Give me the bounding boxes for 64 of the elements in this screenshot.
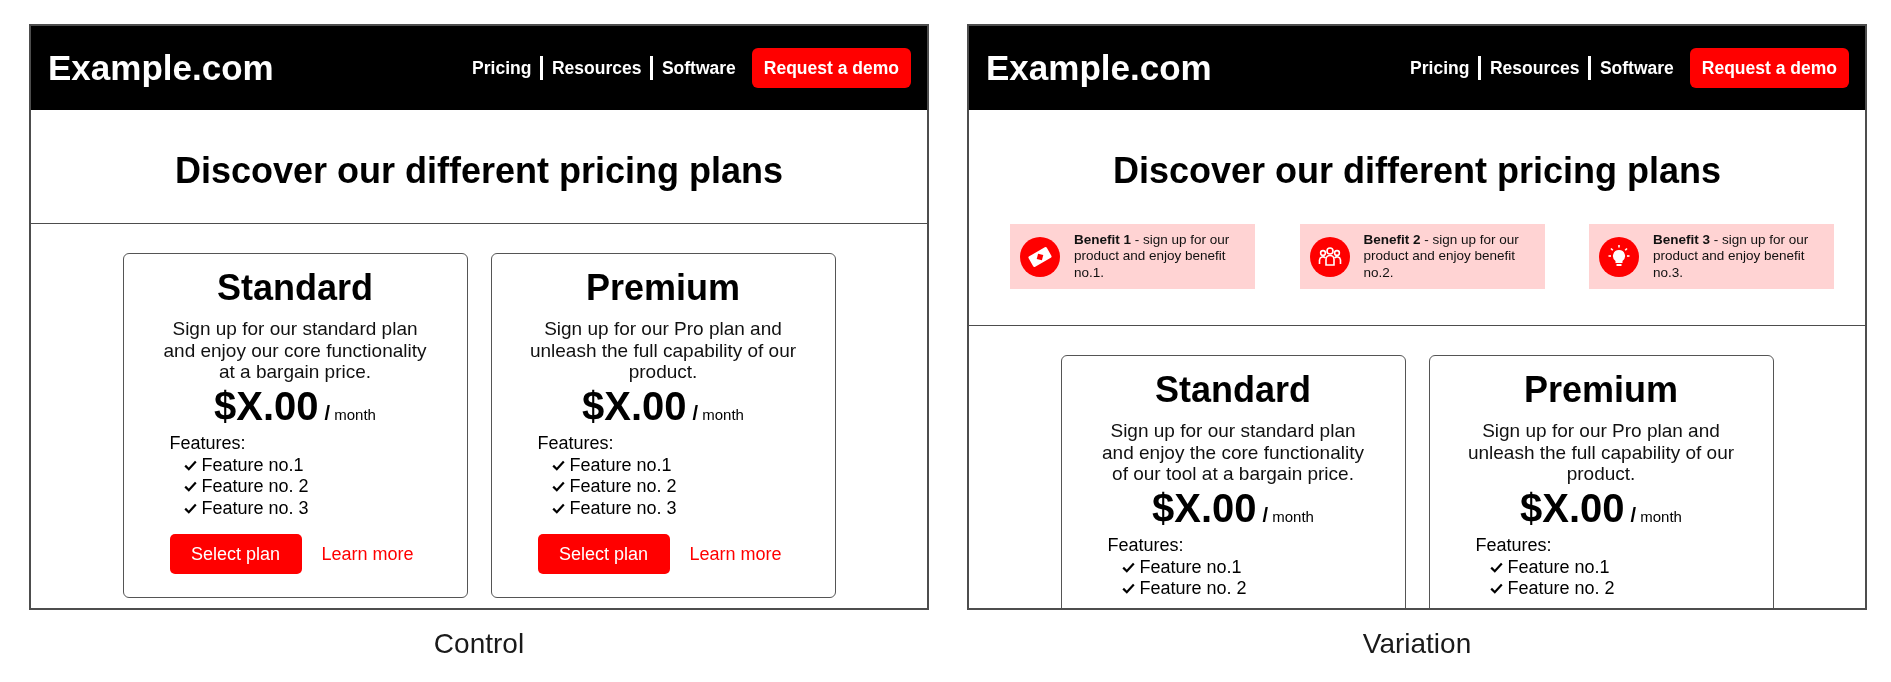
plan-name: Premium xyxy=(585,268,741,308)
plan-price: $X.00 xyxy=(582,384,687,428)
plan-description: Sign up for our Pro plan and unleash the full capability of our product. xyxy=(528,318,798,383)
feature-text: Feature no. 2 xyxy=(201,476,309,498)
price-period: / month xyxy=(692,402,744,425)
price-period: / month xyxy=(1262,504,1314,527)
check-icon xyxy=(551,459,565,471)
people-icon xyxy=(1309,236,1350,277)
benefit-text: Benefit 3 - sign up for our product and enjoy benefit no.3. xyxy=(1653,231,1810,282)
nav-link[interactable]: Software xyxy=(1590,57,1683,79)
nav-link[interactable]: Pricing xyxy=(1401,57,1479,79)
features-label: Features: xyxy=(537,433,614,455)
check-icon xyxy=(551,481,565,493)
plan-description: Sign up for our standard plan and enjoy our core functionality at a bargain price. xyxy=(162,318,428,383)
benefit-text: Benefit 2 - sign up for our product and enjoy benefit no.2. xyxy=(1363,231,1520,282)
request-demo-button[interactable]: Request a demo xyxy=(751,48,911,88)
feature-text: Feature no.1 xyxy=(569,454,672,476)
nav-link[interactable]: Resources xyxy=(1480,57,1589,79)
plan-price: $X.00 xyxy=(1152,486,1257,530)
select-plan-button[interactable]: Select plan xyxy=(537,534,670,574)
plan-description: Sign up for our standard plan and enjoy the core functionality of our tool at a bargain price. xyxy=(1101,420,1365,485)
feature-text: Feature no.1 xyxy=(1507,556,1610,578)
feature-text: Feature no.1 xyxy=(1139,556,1242,578)
plan-price: $X.00 xyxy=(214,384,319,428)
request-demo-button[interactable]: Request a demo xyxy=(1689,48,1849,88)
plan-name: Standard xyxy=(1155,370,1311,410)
check-icon xyxy=(551,502,565,514)
check-icon xyxy=(183,481,197,493)
site-logo[interactable]: Example.com xyxy=(48,48,274,88)
page-heading: Discover our different pricing plans xyxy=(174,149,784,193)
price-period: / month xyxy=(324,402,376,425)
benefit-text: Benefit 1 - sign up for our product and enjoy benefit no.1. xyxy=(1074,231,1231,282)
plan-price: $X.00 xyxy=(1520,486,1625,530)
features-label: Features: xyxy=(169,433,246,455)
check-icon xyxy=(1489,561,1503,573)
feature-text: Feature no. 3 xyxy=(201,497,309,519)
page-heading: Discover our different pricing plans xyxy=(1112,149,1722,193)
price-period: / month xyxy=(1630,504,1682,527)
plan-description: Sign up for our Pro plan and unleash the full capability of our product. xyxy=(1466,420,1736,485)
features-label: Features: xyxy=(1107,535,1184,557)
check-icon xyxy=(183,459,197,471)
feature-text: Feature no.1 xyxy=(201,454,304,476)
nav-link[interactable]: Pricing xyxy=(463,57,541,79)
learn-more-link[interactable]: Learn more xyxy=(321,543,414,565)
lightbulb-icon xyxy=(1599,236,1639,277)
check-icon xyxy=(1489,583,1503,595)
feature-text: Feature no. 2 xyxy=(1139,578,1247,600)
mockup-caption: Variation xyxy=(1362,628,1472,660)
nav-link[interactable]: Resources xyxy=(542,57,651,79)
check-icon xyxy=(183,502,197,514)
mockup-caption: Control xyxy=(433,628,525,660)
select-plan-button[interactable]: Select plan xyxy=(169,534,302,574)
learn-more-link[interactable]: Learn more xyxy=(689,543,782,565)
check-icon xyxy=(1121,583,1135,595)
check-icon xyxy=(1121,561,1135,573)
plan-name: Standard xyxy=(217,268,373,308)
ticket-icon xyxy=(1020,236,1060,277)
plan-name: Premium xyxy=(1523,370,1679,410)
feature-text: Feature no. 3 xyxy=(569,497,677,519)
features-label: Features: xyxy=(1475,535,1552,557)
feature-text: Feature no. 2 xyxy=(1507,578,1615,600)
nav-link[interactable]: Software xyxy=(652,57,745,79)
site-logo[interactable]: Example.com xyxy=(986,48,1212,88)
feature-text: Feature no. 2 xyxy=(569,476,677,498)
